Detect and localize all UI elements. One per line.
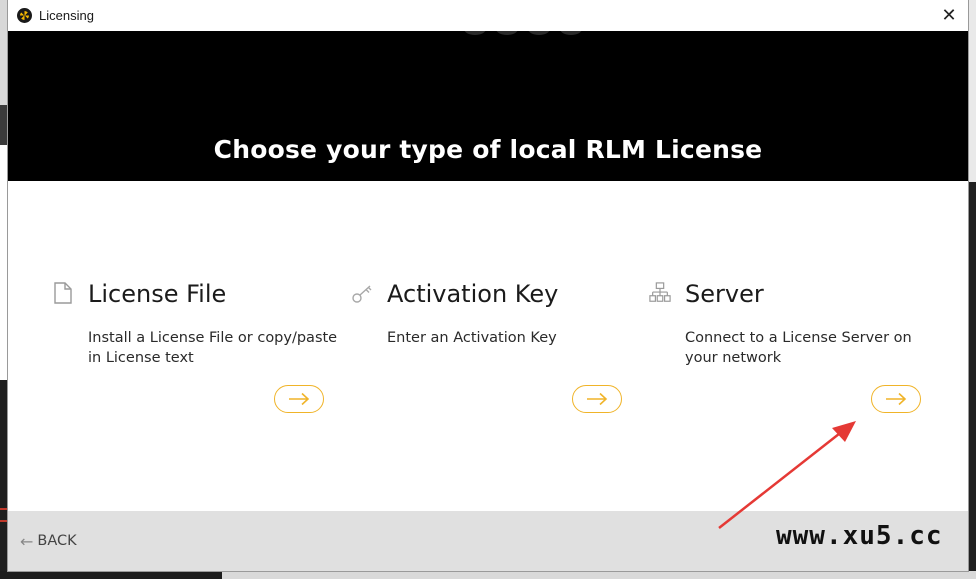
activation-key-next-button[interactable] xyxy=(572,385,622,413)
back-button[interactable]: ← BACK xyxy=(20,529,77,553)
arrow-left-icon: ← xyxy=(20,531,34,551)
option-activation-key: Activation Key Enter an Activation Key xyxy=(351,280,641,420)
option-description: Install a License File or copy/paste in … xyxy=(88,330,338,366)
option-description: Enter an Activation Key xyxy=(387,330,557,346)
background-app-left-mid xyxy=(0,105,8,145)
background-app-left-top xyxy=(0,0,8,105)
option-license-file: License File Install a License File or c… xyxy=(52,280,342,420)
arrow-right-icon xyxy=(886,392,907,406)
option-title: License File xyxy=(88,280,227,308)
license-file-next-button[interactable] xyxy=(274,385,324,413)
background-app-bottom-bar xyxy=(222,571,976,579)
option-title: Server xyxy=(685,280,764,308)
titlebar: Licensing ✕ xyxy=(8,0,968,31)
network-icon xyxy=(649,282,671,302)
banner-title: Choose your type of local RLM License xyxy=(213,135,763,164)
window-title: Licensing xyxy=(39,8,94,23)
background-app-marker xyxy=(0,508,8,510)
option-title: Activation Key xyxy=(387,280,559,308)
licensing-dialog: Licensing ✕ Choose your type of local RL… xyxy=(8,0,968,571)
background-app-left-panel xyxy=(0,145,8,380)
banner: Choose your type of local RLM License xyxy=(8,31,968,181)
app-logo-icon xyxy=(17,8,32,23)
background-app-right-top xyxy=(968,0,976,182)
arrow-right-icon xyxy=(587,392,608,406)
watermark-text: www.xu5.cc xyxy=(776,521,943,551)
arrow-right-icon xyxy=(289,392,310,406)
background-app-marker xyxy=(0,520,8,522)
document-icon xyxy=(54,282,72,304)
banner-logo-fragment xyxy=(464,31,604,37)
server-next-button[interactable] xyxy=(871,385,921,413)
key-icon xyxy=(352,285,372,303)
close-button[interactable]: ✕ xyxy=(938,5,960,27)
back-label: BACK xyxy=(37,533,77,549)
option-description: Connect to a License Server on your netw… xyxy=(685,330,912,366)
footer-bar: ← BACK www.xu5.cc xyxy=(8,511,968,571)
close-icon: ✕ xyxy=(941,5,957,26)
option-server: Server Connect to a License Server on yo… xyxy=(649,280,939,420)
